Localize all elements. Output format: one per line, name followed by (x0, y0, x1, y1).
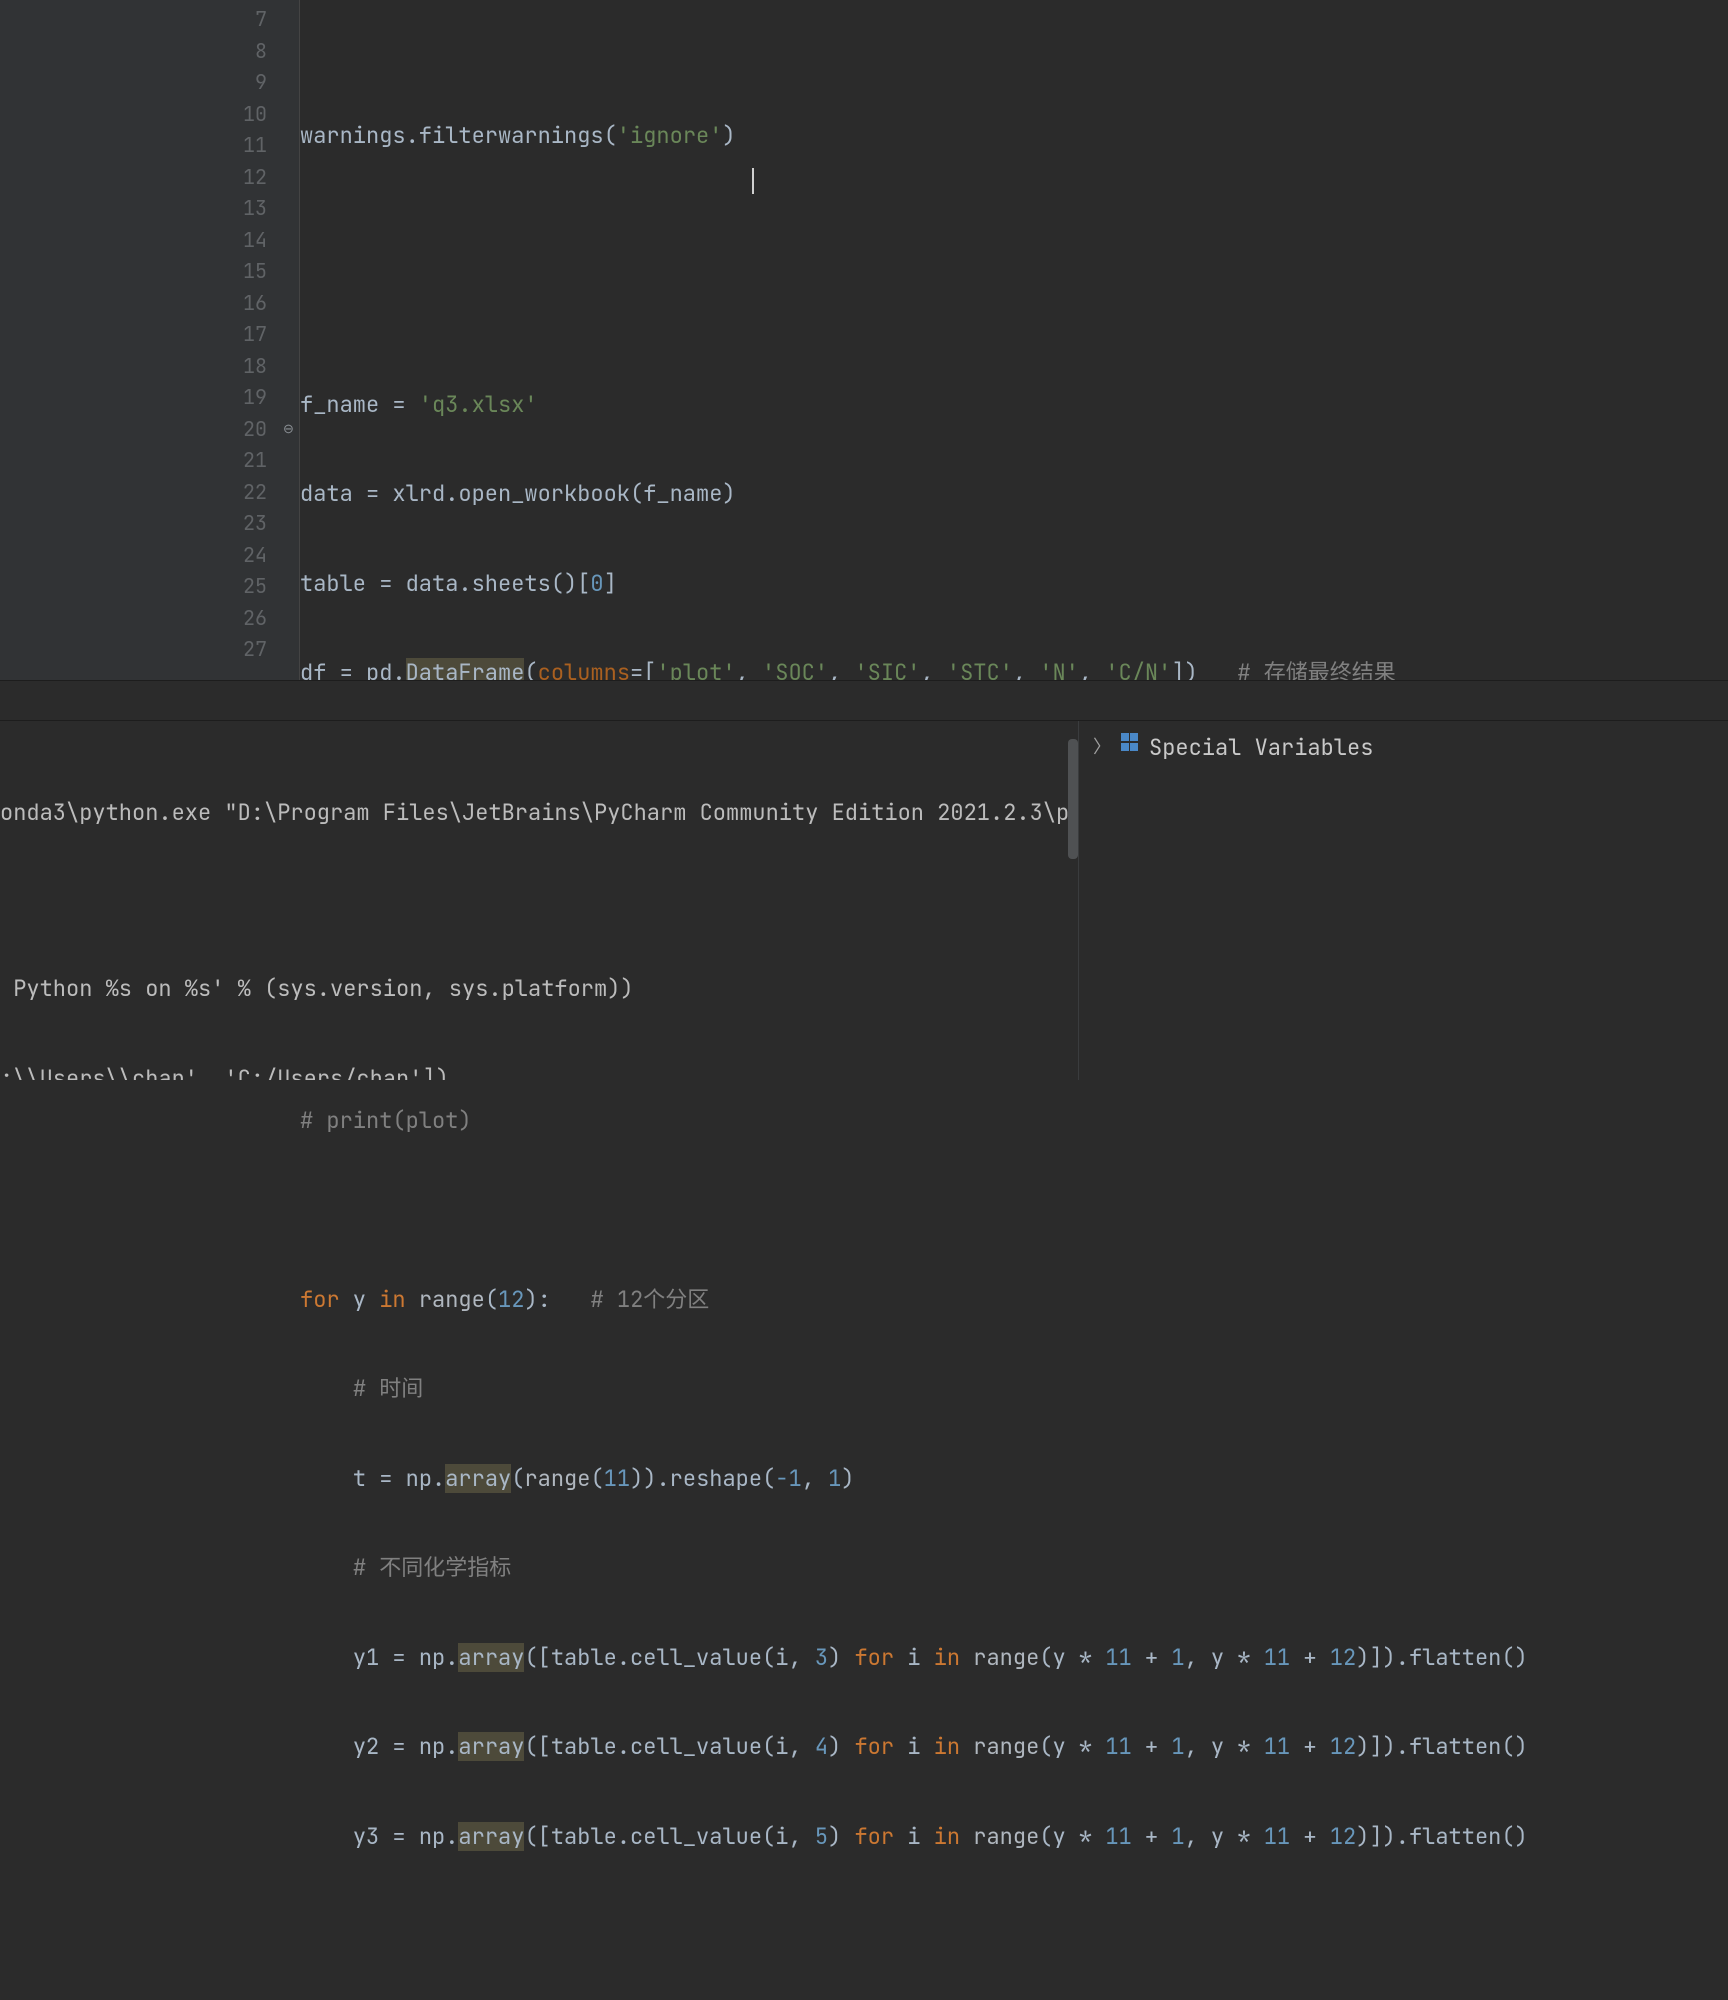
line-number[interactable]: 19 (205, 382, 285, 414)
terminal-panel: onda3\python.exe "D:\Program Files\JetBr… (0, 720, 1728, 1080)
line-number[interactable]: 21 (205, 445, 285, 477)
fold-icon[interactable]: ⊖ (283, 420, 297, 434)
line-number[interactable]: 23 (205, 508, 285, 540)
code-line (300, 210, 1728, 242)
code-line: y2 = np.array([table.cell_value(i, 4) fo… (300, 1731, 1728, 1763)
code-line (300, 299, 1728, 331)
line-number[interactable]: 7 (205, 4, 285, 36)
line-number[interactable]: 12 (205, 162, 285, 194)
line-number[interactable]: 20 (205, 414, 285, 446)
fold-column[interactable]: ⊖ (285, 0, 299, 680)
chevron-right-icon[interactable]: 〉 (1093, 733, 1111, 759)
code-line: warnings.filterwarnings('ignore') (300, 120, 1728, 152)
line-number[interactable]: 16 (205, 288, 285, 320)
text-caret (752, 168, 754, 194)
code-line: # print(plot) (300, 1105, 1728, 1137)
editor-pane: 789101112131415161718192021222324252627 … (0, 0, 1728, 680)
line-number[interactable]: 22 (205, 477, 285, 509)
code-line: # 时间 (300, 1373, 1728, 1405)
line-number[interactable]: 17 (205, 319, 285, 351)
code-line (300, 1194, 1728, 1226)
line-number-gutter[interactable]: 789101112131415161718192021222324252627 (205, 0, 285, 680)
line-number[interactable]: 27 (205, 634, 285, 666)
code-line: # 不同化学指标 (300, 1552, 1728, 1584)
line-number[interactable]: 8 (205, 36, 285, 68)
special-variables-icon[interactable] (1121, 733, 1139, 751)
code-line (300, 1910, 1728, 1942)
code-line: y1 = np.array([table.cell_value(i, 3) fo… (300, 1642, 1728, 1674)
line-number[interactable]: 14 (205, 225, 285, 257)
code-line: f_name = 'q3.xlsx' (300, 389, 1728, 421)
line-number[interactable]: 9 (205, 67, 285, 99)
console-line: :\\Users\\chan', 'C:/Users/chan']) (0, 1063, 1078, 1080)
variables-panel: 〉 Special Variables (1078, 721, 1728, 1080)
line-number[interactable]: 13 (205, 193, 285, 225)
left-margin (0, 0, 205, 680)
editor-bottom-gap (0, 680, 1728, 720)
console-scrollbar[interactable] (1068, 739, 1078, 859)
line-number[interactable]: 25 (205, 571, 285, 603)
code-line: table = data.sheets()[0] (300, 568, 1728, 600)
code-line: for y in range(12): # 12个分区 (300, 1284, 1728, 1316)
console-line: onda3\python.exe "D:\Program Files\JetBr… (0, 797, 1078, 829)
line-number[interactable]: 26 (205, 603, 285, 635)
line-number[interactable]: 24 (205, 540, 285, 572)
special-variables-label[interactable]: Special Variables (1149, 733, 1373, 762)
line-number[interactable]: 11 (205, 130, 285, 162)
line-number[interactable]: 15 (205, 256, 285, 288)
code-line: data = xlrd.open_workbook(f_name) (300, 478, 1728, 510)
console-output[interactable]: onda3\python.exe "D:\Program Files\JetBr… (0, 721, 1078, 1080)
code-line: y3 = np.array([table.cell_value(i, 5) fo… (300, 1821, 1728, 1853)
line-number[interactable]: 10 (205, 99, 285, 131)
code-line: t = np.array(range(11)).reshape(-1, 1) (300, 1463, 1728, 1495)
line-number[interactable]: 18 (205, 351, 285, 383)
console-line: Python %s on %s' % (sys.version, sys.pla… (0, 973, 1078, 1005)
code-area[interactable]: warnings.filterwarnings('ignore') f_name… (299, 0, 1728, 680)
